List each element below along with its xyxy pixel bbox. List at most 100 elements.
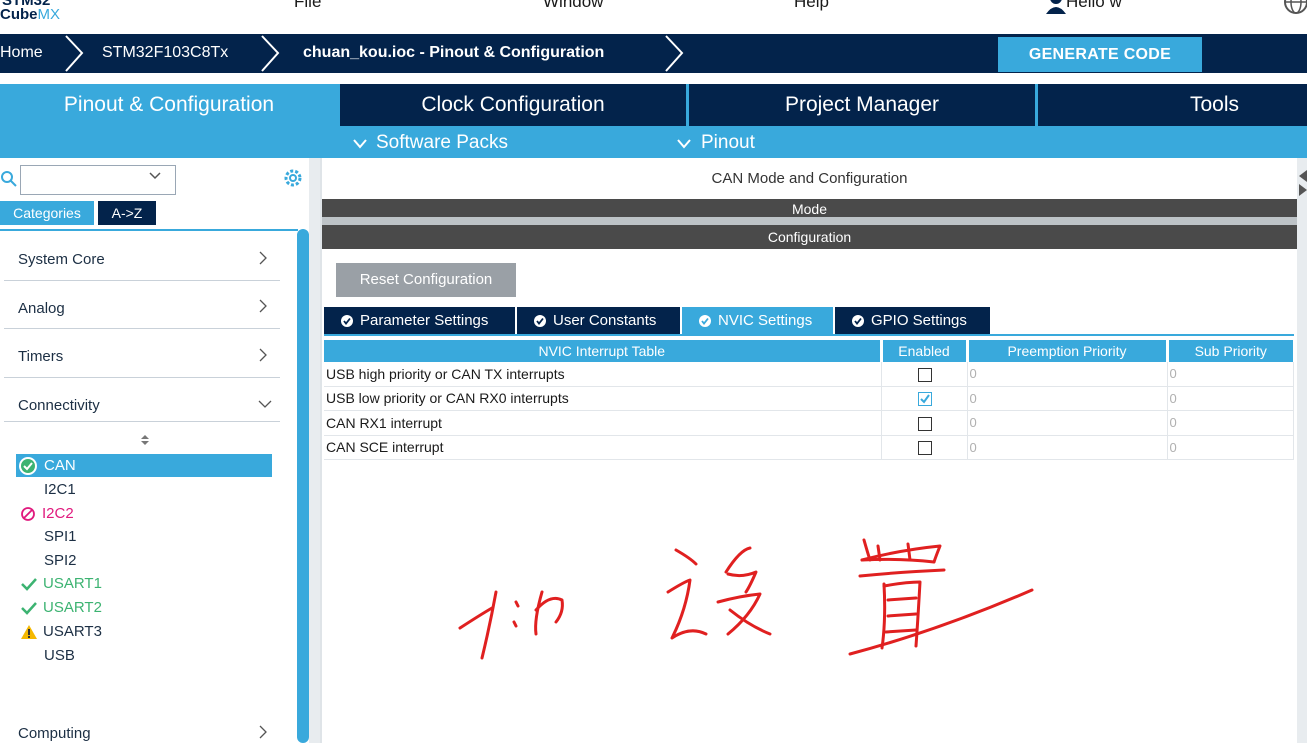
check-icon [21,602,37,615]
tab-gpio-settings[interactable]: GPIO Settings [835,307,990,334]
chevron-right-icon[interactable] [258,251,268,265]
column-header[interactable]: Enabled [881,340,969,362]
software-packs-menu[interactable]: Software Packs [376,132,508,154]
chevron-right-icon[interactable] [258,348,268,362]
divider [0,229,298,231]
chevron-right-icon [665,35,684,72]
column-header[interactable]: NVIC Interrupt Table [324,340,883,362]
chevron-down-icon[interactable] [148,171,162,181]
check-circle-icon [699,315,711,327]
divider [4,280,280,281]
sub-priority[interactable]: 0 [1167,386,1294,411]
divider [4,377,280,378]
chevron-down-icon[interactable] [258,399,272,409]
divider [4,328,280,329]
tab-tools[interactable]: Tools [1038,84,1307,126]
disabled-icon [21,507,35,521]
nvic-interrupt-table: NVIC Interrupt Table Enabled Preemption … [324,340,1294,460]
panel-title: CAN Mode and Configuration [711,170,908,187]
peripheral-usart3[interactable]: USART3 [43,623,102,640]
tab-label: User Constants [553,312,657,329]
peripheral-spi2[interactable]: SPI2 [44,552,77,569]
enabled-cell [881,410,968,436]
chevron-right-icon[interactable] [258,299,268,313]
menu-help[interactable]: Help [794,0,829,12]
tab-label: GPIO Settings [871,312,967,329]
left-scrollbar[interactable] [297,229,309,743]
sub-priority[interactable]: 0 [1167,362,1294,387]
column-header[interactable]: Sub Priority [1167,340,1293,362]
tab-underline [324,334,1294,336]
preemption-priority[interactable]: 0 [967,410,1168,436]
enabled-checkbox-checked[interactable] [918,392,932,407]
handwritten-annotation [458,538,1034,660]
section-splitter[interactable] [322,217,1297,225]
chevron-down-icon [677,139,691,149]
peripheral-can[interactable]: CAN [44,457,76,474]
pinout-menu[interactable]: Pinout [701,132,755,154]
breadcrumb-home[interactable]: Home [0,44,43,62]
check-icon [21,578,37,591]
breadcrumb-device[interactable]: STM32F103C8Tx [102,44,228,62]
preemption-priority[interactable]: 0 [967,386,1168,411]
user-greeting[interactable]: Hello w [1066,0,1122,12]
tab-clock-configuration[interactable]: Clock Configuration [340,84,686,126]
column-header[interactable]: Preemption Priority [967,340,1169,362]
peripheral-usart2[interactable]: USART2 [43,599,102,616]
peripheral-spi1[interactable]: SPI1 [44,528,77,545]
tab-pinout-configuration[interactable]: Pinout & Configuration [0,84,338,126]
peripheral-usb[interactable]: USB [44,647,75,664]
category-system-core[interactable]: System Core [18,251,105,268]
tab-user-constants[interactable]: User Constants [517,307,680,334]
check-circle-icon [852,315,864,327]
category-timers[interactable]: Timers [18,348,63,365]
tab-nvic-settings[interactable]: NVIC Settings [682,307,833,334]
table-row[interactable]: USB low priority or CAN RX0 interrupts 0… [324,386,1294,411]
right-scrollbar[interactable] [1297,158,1307,743]
sub-priority[interactable]: 0 [1167,410,1294,436]
sort-icon[interactable] [140,434,150,446]
preemption-priority[interactable]: 0 [967,435,1168,460]
tab-parameter-settings[interactable]: Parameter Settings [324,307,515,334]
globe-icon[interactable] [1283,0,1307,16]
peripheral-i2c2[interactable]: I2C2 [42,505,74,522]
enabled-checkbox[interactable] [918,416,932,431]
table-row[interactable]: CAN SCE interrupt 0 0 [324,435,1294,460]
mode-section-header[interactable]: Mode [322,199,1297,217]
category-analog[interactable]: Analog [18,300,65,317]
enabled-checkbox[interactable] [918,441,932,456]
interrupt-name: USB high priority or CAN TX interrupts [324,362,882,387]
chevron-right-icon [65,35,84,72]
menu-file[interactable]: File [294,0,321,12]
interrupt-name: CAN RX1 interrupt [324,410,882,436]
enabled-checkbox[interactable] [918,367,932,382]
generate-code-button[interactable]: GENERATE CODE [998,37,1202,72]
peripheral-usart1[interactable]: USART1 [43,575,102,592]
chevron-right-icon [261,35,280,72]
gear-icon[interactable] [282,167,304,189]
table-row[interactable]: CAN RX1 interrupt 0 0 [324,410,1294,436]
enabled-cell [881,362,968,387]
collapse-arrow-icon[interactable] [1297,168,1307,196]
table-row[interactable]: USB high priority or CAN TX interrupts 0… [324,362,1294,387]
table-header-row: NVIC Interrupt Table Enabled Preemption … [324,340,1293,362]
check-circle-icon [341,315,353,327]
category-computing[interactable]: Computing [18,725,91,742]
logo-line2: CubeMX [0,6,60,23]
tab-label: NVIC Settings [718,312,813,329]
sub-priority[interactable]: 0 [1167,435,1294,460]
category-connectivity[interactable]: Connectivity [18,397,100,414]
configuration-section-header[interactable]: Configuration [322,225,1297,249]
chevron-right-icon[interactable] [258,725,268,739]
stm32cubemx-logo: STM32 CubeMX [0,0,80,32]
reset-configuration-button[interactable]: Reset Configuration [336,263,516,297]
menu-window[interactable]: Window [543,0,603,12]
search-icon[interactable] [0,170,18,188]
peripheral-i2c1[interactable]: I2C1 [44,481,76,498]
tab-a-z[interactable]: A->Z [98,201,156,225]
tab-project-manager[interactable]: Project Manager [689,84,1035,126]
preemption-priority[interactable]: 0 [967,362,1168,387]
user-icon[interactable] [1046,0,1066,14]
breadcrumb-project[interactable]: chuan_kou.ioc - Pinout & Configuration [303,44,604,62]
tab-categories[interactable]: Categories [0,201,94,225]
